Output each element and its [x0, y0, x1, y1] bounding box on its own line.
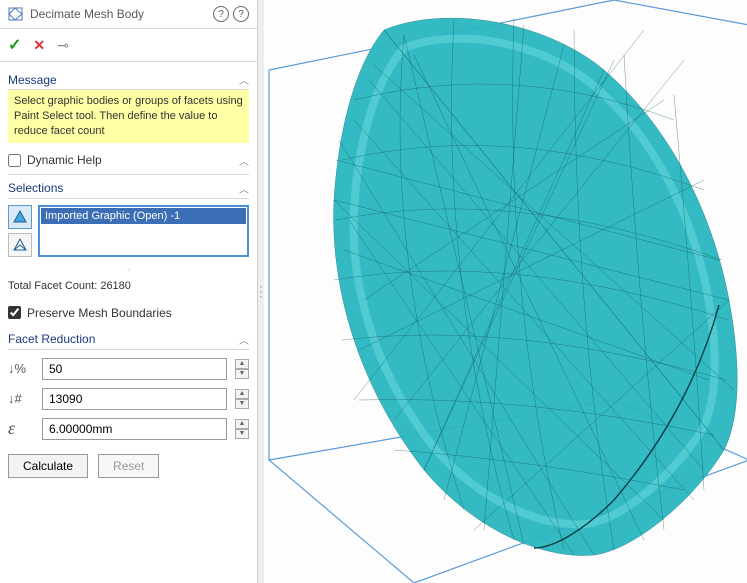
count-input[interactable] [42, 388, 227, 410]
ok-button[interactable]: ✓ [8, 35, 21, 55]
facet-reduction-header-label: Facet Reduction [8, 332, 95, 346]
percent-icon: ↓% [8, 361, 34, 376]
percent-down-button[interactable]: ▼ [235, 369, 249, 379]
list-resize-handle[interactable]: ◦ [8, 263, 249, 276]
decimate-mesh-icon [8, 6, 24, 22]
epsilon-spinner: ▲ ▼ [235, 419, 249, 439]
count-down-button[interactable]: ▼ [235, 399, 249, 409]
collapse-dynamic-help-icon[interactable]: ︿ [239, 153, 249, 168]
calculate-button[interactable]: Calculate [8, 454, 88, 478]
reset-button: Reset [98, 454, 159, 478]
count-row: ↓# ▲ ▼ [8, 388, 249, 410]
collapse-selections-icon[interactable]: ︿ [239, 181, 249, 196]
viewport-canvas [264, 0, 747, 583]
selections-header-label: Selections [8, 181, 63, 195]
epsilon-up-button[interactable]: ▲ [235, 419, 249, 429]
count-up-button[interactable]: ▲ [235, 389, 249, 399]
percent-row: ↓% ▲ ▼ [8, 358, 249, 380]
message-body: Select graphic bodies or groups of facet… [8, 90, 249, 143]
selection-mode-icons [8, 205, 32, 257]
help-icons: ? ? [213, 6, 249, 22]
button-row: Calculate Reset [8, 448, 249, 478]
total-facet-count: Total Facet Count: 26180 [8, 276, 249, 300]
paint-select-button[interactable] [8, 233, 32, 257]
message-header: Message ︿ [8, 66, 249, 90]
selections-header: Selections ︿ [8, 175, 249, 199]
preserve-boundaries-row[interactable]: Preserve Mesh Boundaries [8, 300, 249, 326]
paint-select-icon [12, 237, 28, 253]
collapse-message-icon[interactable]: ︿ [239, 72, 249, 87]
selections-body: Imported Graphic (Open) -1 [8, 199, 249, 263]
facet-reduction-body: ↓% ▲ ▼ ↓# ▲ ▼ ε ▲ ▼ [8, 350, 249, 486]
preserve-boundaries-checkbox[interactable] [8, 306, 21, 319]
dynamic-help-checkbox-row[interactable]: Dynamic Help [8, 153, 102, 167]
percent-input[interactable] [42, 358, 227, 380]
preserve-boundaries-label: Preserve Mesh Boundaries [27, 306, 172, 320]
panel-content: Message ︿ Select graphic bodies or group… [0, 62, 257, 583]
percent-spinner: ▲ ▼ [235, 359, 249, 379]
context-help-icon[interactable]: ? [213, 6, 229, 22]
percent-up-button[interactable]: ▲ [235, 359, 249, 369]
message-header-label: Message [8, 73, 57, 87]
collapse-reduction-icon[interactable]: ︿ [239, 332, 249, 347]
help-icon[interactable]: ? [233, 6, 249, 22]
count-spinner: ▲ ▼ [235, 389, 249, 409]
select-graphic-body-button[interactable] [8, 205, 32, 229]
pin-button[interactable]: ⊸ [57, 37, 69, 54]
selection-item[interactable]: Imported Graphic (Open) -1 [41, 208, 246, 224]
graphics-viewport[interactable] [264, 0, 747, 583]
dynamic-help-checkbox[interactable] [8, 154, 21, 167]
property-panel: Decimate Mesh Body ? ? ✓ ✕ ⊸ Message ︿ S… [0, 0, 258, 583]
count-icon: ↓# [8, 391, 34, 406]
epsilon-icon: ε [8, 418, 34, 439]
dynamic-help-label: Dynamic Help [27, 153, 102, 167]
dynamic-help-row: Dynamic Help ︿ [8, 147, 249, 175]
epsilon-row: ε ▲ ▼ [8, 418, 249, 440]
facet-reduction-header: Facet Reduction ︿ [8, 326, 249, 350]
epsilon-down-button[interactable]: ▼ [235, 429, 249, 439]
selection-list[interactable]: Imported Graphic (Open) -1 [38, 205, 249, 257]
panel-title: Decimate Mesh Body [30, 7, 207, 21]
epsilon-input[interactable] [42, 418, 227, 440]
panel-titlebar: Decimate Mesh Body ? ? [0, 0, 257, 29]
confirm-row: ✓ ✕ ⊸ [0, 29, 257, 62]
graphic-body-icon [12, 209, 28, 225]
cancel-button[interactable]: ✕ [33, 37, 45, 54]
